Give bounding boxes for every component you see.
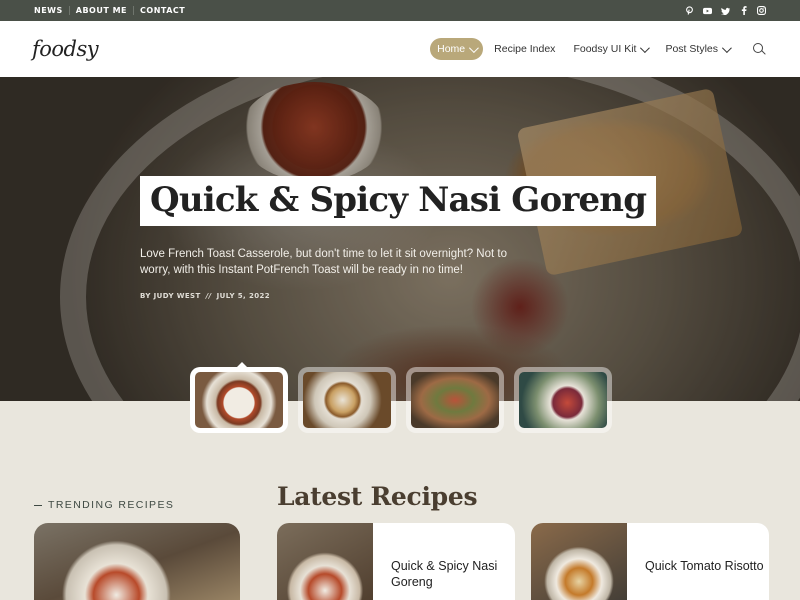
nav-item-home[interactable]: Home [430,38,484,60]
nav-item-post-styles[interactable]: Post Styles [658,38,736,60]
search-icon[interactable] [748,38,770,60]
thumb-image [195,372,283,428]
top-bar: NEWS ABOUT ME CONTACT [0,0,800,21]
thumb-image [411,372,499,428]
hero-meta: BY JUDY WEST // JULY 5, 2022 [140,292,270,300]
facebook-icon[interactable] [739,6,748,15]
hero-author[interactable]: BY JUDY WEST [140,292,201,300]
thumb-image [303,372,391,428]
latest-recipes-heading: Latest Recipes [277,482,478,511]
chevron-down-icon [640,42,651,53]
social-links [685,6,766,15]
site-header: foodsy Home Recipe Index Foodsy UI Kit P… [0,21,800,77]
nav-item-recipe-index[interactable]: Recipe Index [487,38,562,60]
trending-heading: TRENDING RECIPES [34,499,174,511]
nav-item-label: Home [437,43,466,55]
top-link-contact[interactable]: CONTACT [133,6,191,15]
hero-title[interactable]: Quick & Spicy Nasi Goreng [150,180,647,220]
meta-separator: // [205,292,212,300]
recipe-card[interactable]: Quick & Spicy Nasi Goreng [277,523,515,600]
recipe-card-title[interactable]: Quick & Spicy Nasi Goreng [373,523,513,600]
nav-item-label: Recipe Index [494,43,556,55]
recipe-card-image[interactable] [531,523,627,600]
recipe-card-title[interactable]: Quick Tomato Risotto [627,523,767,600]
dash-divider [34,504,42,506]
trending-card-image[interactable] [34,523,240,600]
slider-thumb-3[interactable] [406,367,504,433]
nav-item-label: Post Styles [665,43,718,55]
hero-date: JULY 5, 2022 [216,292,271,300]
hero-title-box[interactable]: Quick & Spicy Nasi Goreng [140,176,657,226]
recipe-card-image[interactable] [277,523,373,600]
hero-overlay [0,77,800,401]
thumb-image [519,372,607,428]
hero-slider[interactable]: Quick & Spicy Nasi Goreng Love French To… [0,77,800,401]
chevron-down-icon [469,42,480,53]
site-logo[interactable]: foodsy [32,37,99,61]
nav-item-label: Foodsy UI Kit [573,43,637,55]
top-link-about[interactable]: ABOUT ME [68,6,133,15]
pinterest-icon[interactable] [685,6,694,15]
top-link-news[interactable]: NEWS [34,6,69,15]
slider-thumb-4[interactable] [514,367,612,433]
slider-thumb-2[interactable] [298,367,396,433]
top-links: NEWS ABOUT ME CONTACT [34,6,191,15]
main-nav: Home Recipe Index Foodsy UI Kit Post Sty… [430,38,770,60]
chevron-down-icon [721,42,732,53]
trending-label: TRENDING RECIPES [48,499,175,511]
twitter-icon[interactable] [721,6,730,15]
hero-description: Love French Toast Casserole, but don't t… [140,248,507,276]
instagram-icon[interactable] [757,6,766,15]
nav-item-foodsy-ui-kit[interactable]: Foodsy UI Kit [566,38,654,60]
slider-thumb-1[interactable] [190,362,288,433]
recipe-card[interactable]: Quick Tomato Risotto [531,523,769,600]
youtube-icon[interactable] [703,6,712,15]
hero-thumbnails [190,362,612,433]
